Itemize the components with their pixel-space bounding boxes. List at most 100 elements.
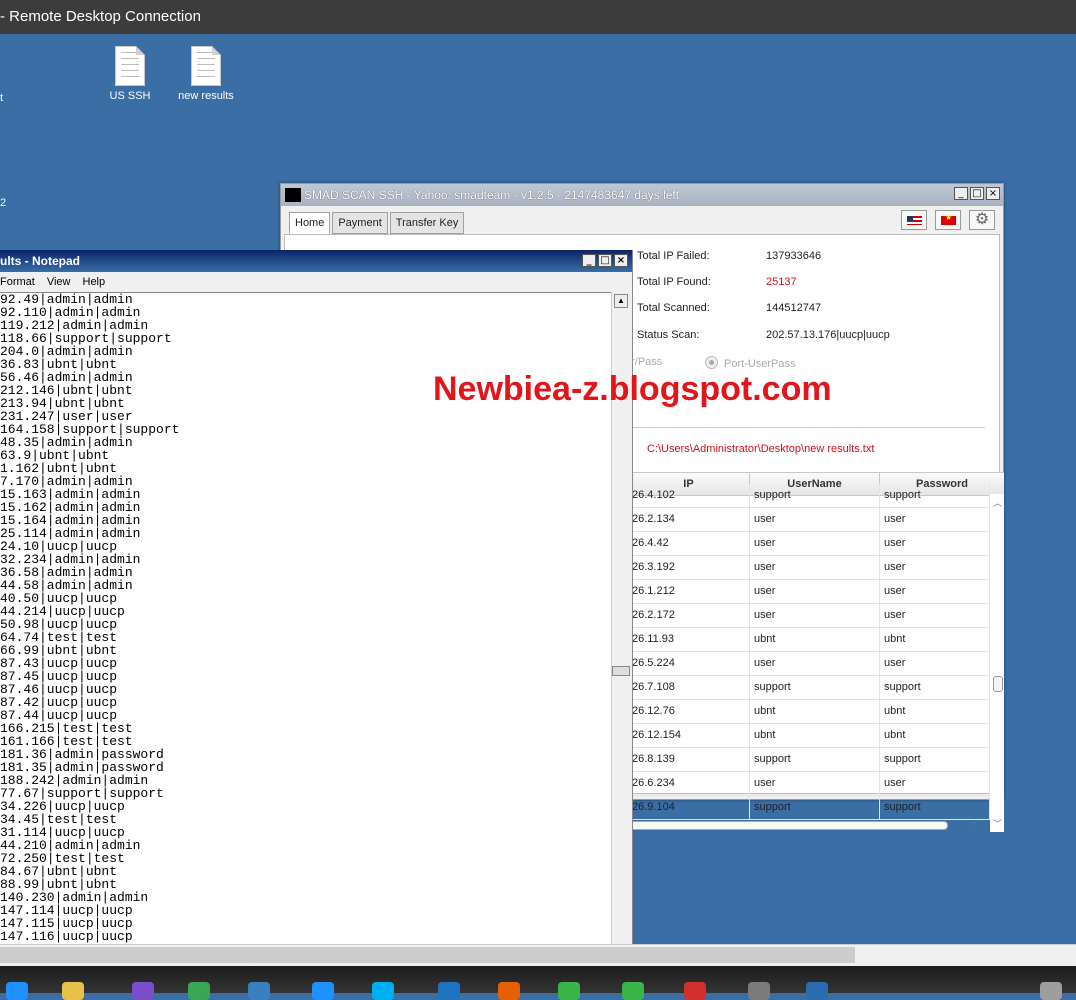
cell-ip: 26.11.93 bbox=[628, 628, 750, 652]
scroll-up-icon[interactable]: ▲ bbox=[614, 294, 628, 308]
table-row[interactable]: 26.5.224 user user bbox=[628, 652, 990, 676]
table-row[interactable]: 26.4.102 support support bbox=[628, 484, 990, 508]
vietnam-flag-icon[interactable] bbox=[935, 210, 961, 230]
tab-home[interactable]: Home bbox=[289, 212, 331, 234]
cell-password: ubnt bbox=[880, 700, 990, 724]
maximize-button[interactable]: □ bbox=[970, 187, 984, 200]
smad-tabs: Home Payment Transfer Key bbox=[289, 212, 466, 234]
menu-view[interactable]: View bbox=[47, 276, 71, 288]
table-row[interactable]: 26.12.154 ubnt ubnt bbox=[628, 724, 990, 748]
clover-icon[interactable] bbox=[558, 982, 580, 1000]
tab-payment[interactable]: Payment bbox=[332, 212, 388, 234]
monitor-icon[interactable] bbox=[248, 982, 270, 1000]
cell-ip: 26.2.172 bbox=[628, 604, 750, 628]
rdp-icon[interactable] bbox=[806, 982, 828, 1000]
cell-username: support bbox=[750, 676, 880, 700]
cell-password: user bbox=[880, 580, 990, 604]
notepad-window: ults - Notepad _ □ × Format View Help 92.4… bbox=[0, 250, 633, 945]
divider bbox=[625, 427, 985, 428]
cell-password: user bbox=[880, 532, 990, 556]
scroll-thumb[interactable] bbox=[0, 947, 855, 963]
taskbar bbox=[0, 966, 1076, 1000]
menu-format[interactable]: Format bbox=[0, 276, 35, 288]
scroll-up-icon[interactable]: ︿ bbox=[993, 496, 1002, 509]
folder-icon[interactable] bbox=[62, 982, 84, 1000]
table-row[interactable]: 26.6.234 user user bbox=[628, 772, 990, 796]
gear-icon[interactable]: ⚙ bbox=[969, 210, 995, 230]
tab-transfer-key[interactable]: Transfer Key bbox=[389, 212, 465, 234]
table-row[interactable]: 26.9.104 support support bbox=[628, 796, 990, 820]
scroll-thumb[interactable] bbox=[612, 666, 630, 676]
smad-titlebar[interactable]: SMAD SCAN SSH - Yahoo: smadteam - v1.2.5… bbox=[281, 184, 1003, 206]
table-row[interactable]: 26.3.192 user user bbox=[628, 556, 990, 580]
cell-username: user bbox=[750, 508, 880, 532]
table-row[interactable]: 26.7.108 support support bbox=[628, 676, 990, 700]
rdp-horizontal-scrollbar[interactable] bbox=[0, 944, 1076, 966]
cell-ip: 26.4.42 bbox=[628, 532, 750, 556]
cell-password: ubnt bbox=[880, 628, 990, 652]
cell-password: support bbox=[880, 796, 990, 820]
scroll-thumb[interactable] bbox=[993, 676, 1003, 692]
notepad-titlebar[interactable]: ults - Notepad _ □ × bbox=[0, 250, 632, 272]
cell-ip: 26.2.134 bbox=[628, 508, 750, 532]
desktop-icon-label: US SSH bbox=[109, 90, 151, 102]
table-row[interactable]: 26.2.172 user user bbox=[628, 604, 990, 628]
cell-username: support bbox=[750, 484, 880, 508]
cell-username: ubnt bbox=[750, 628, 880, 652]
cell-username: ubnt bbox=[750, 724, 880, 748]
stat-value-found: 25137 bbox=[766, 276, 797, 288]
cell-ip: 26.4.102 bbox=[628, 484, 750, 508]
stat-label-scanned: Total Scanned: bbox=[637, 302, 710, 314]
close-button[interactable]: × bbox=[614, 254, 628, 267]
stat-label-status: Status Scan: bbox=[637, 329, 700, 341]
table-row[interactable]: 26.1.212 user user bbox=[628, 580, 990, 604]
table-row[interactable]: 26.11.93 ubnt ubnt bbox=[628, 628, 990, 652]
us-flag-icon[interactable] bbox=[901, 210, 927, 230]
results-table: IP UserName Password 26.4.102 support supp… bbox=[628, 472, 1004, 832]
radio-port-user-pass[interactable]: Port-UserPass bbox=[705, 356, 796, 370]
cell-username: user bbox=[750, 604, 880, 628]
text-file-icon bbox=[191, 46, 221, 86]
stat-value-status: 202.57.13.176|uucp|uucp bbox=[766, 329, 890, 341]
maximize-button[interactable]: □ bbox=[598, 254, 612, 267]
table-row[interactable]: 26.4.42 user user bbox=[628, 532, 990, 556]
paint-icon[interactable] bbox=[748, 982, 770, 1000]
table-row[interactable]: 26.8.139 support support bbox=[628, 748, 990, 772]
skype-icon[interactable] bbox=[372, 982, 394, 1000]
cell-ip: 26.5.224 bbox=[628, 652, 750, 676]
search-icon[interactable] bbox=[438, 982, 460, 1000]
radio-label: Port-UserPass bbox=[724, 358, 796, 370]
minimize-button[interactable]: _ bbox=[582, 254, 596, 267]
table-vertical-scrollbar[interactable]: ︿ ﹀ bbox=[990, 494, 1004, 832]
cell-ip: 26.12.76 bbox=[628, 700, 750, 724]
cell-password: support bbox=[880, 676, 990, 700]
clover-icon[interactable] bbox=[622, 982, 644, 1000]
firefox-icon[interactable] bbox=[498, 982, 520, 1000]
desktop-edge-label: t bbox=[0, 92, 4, 104]
cell-password: user bbox=[880, 652, 990, 676]
cell-password: support bbox=[880, 484, 990, 508]
scroll-right-icon[interactable]: › bbox=[972, 818, 975, 829]
radio-dot bbox=[705, 356, 718, 369]
table-row[interactable]: 26.12.76 ubnt ubnt bbox=[628, 700, 990, 724]
table-horizontal-scrollbar[interactable]: › bbox=[628, 818, 990, 832]
desktop-icon-new-results[interactable]: new results bbox=[171, 46, 241, 102]
cell-password: user bbox=[880, 604, 990, 628]
cell-password: user bbox=[880, 556, 990, 580]
close-button[interactable]: × bbox=[986, 187, 1000, 200]
cell-username: support bbox=[750, 748, 880, 772]
scroll-down-icon[interactable]: ﹀ bbox=[993, 817, 1002, 830]
menu-help[interactable]: Help bbox=[83, 276, 106, 288]
vs-icon[interactable] bbox=[132, 982, 154, 1000]
cell-username: user bbox=[750, 772, 880, 796]
smad-title: SMAD SCAN SSH - Yahoo: smadteam - v1.2.5… bbox=[304, 188, 680, 202]
app-icon[interactable] bbox=[1040, 982, 1062, 1000]
table-row[interactable]: 26.2.134 user user bbox=[628, 508, 990, 532]
ie-icon[interactable] bbox=[312, 982, 334, 1000]
minimize-button[interactable]: _ bbox=[954, 187, 968, 200]
opera-icon[interactable] bbox=[684, 982, 706, 1000]
scroll-thumb[interactable] bbox=[630, 821, 948, 830]
chrome-icon[interactable] bbox=[188, 982, 210, 1000]
edge-icon[interactable] bbox=[6, 982, 28, 1000]
desktop-icon-us-ssh[interactable]: US SSH bbox=[95, 46, 165, 102]
